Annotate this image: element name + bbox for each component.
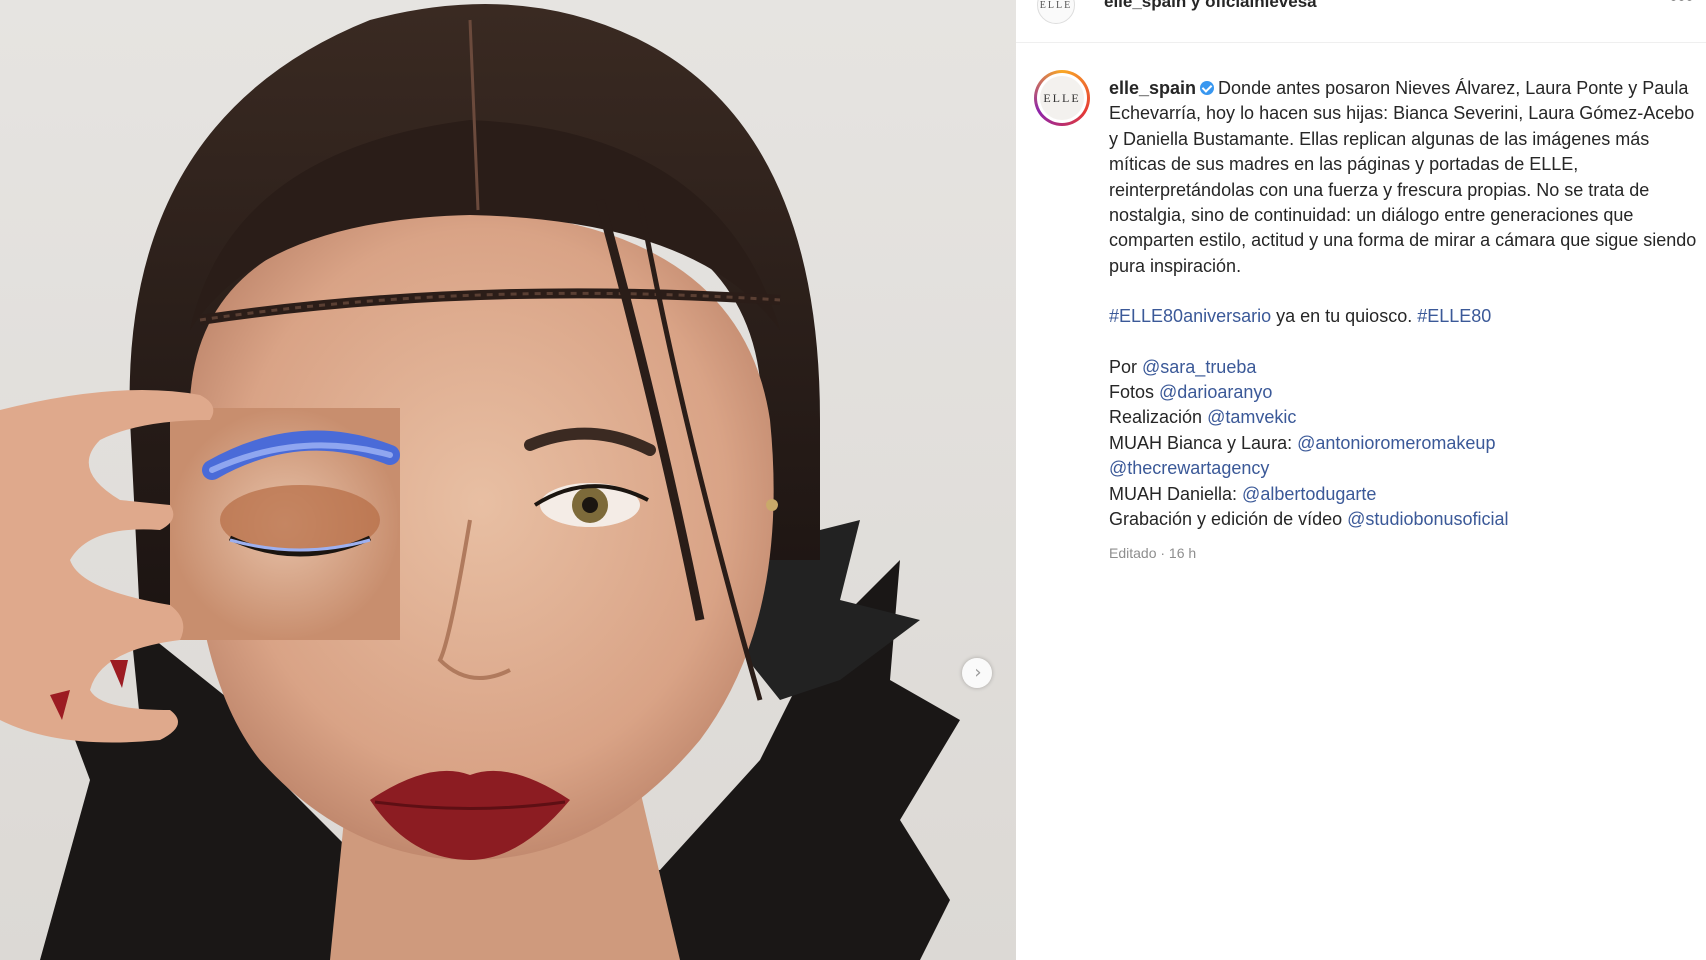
header-avatar[interactable]: ELLE <box>1037 0 1075 24</box>
caption-body: elle_spain Donde antes posaron Nieves Álv… <box>1109 76 1699 279</box>
post-header: ELLE elle_spain y oficialnievesa ••• <box>1016 0 1706 43</box>
credit-handle[interactable]: @tamvekic <box>1207 407 1296 427</box>
credit-handle[interactable]: @thecrewartagency <box>1109 458 1269 478</box>
caption-avatar[interactable]: ELLE <box>1034 70 1090 126</box>
post-header-title[interactable]: elle_spain y oficialnievesa <box>1104 0 1317 12</box>
hashtag-line: #ELLE80aniversario ya en tu quiosco. #EL… <box>1109 304 1699 329</box>
post-details-panel: ELLE elle_spain y oficialnievesa ••• ELL… <box>1016 0 1706 960</box>
credit-line: Fotos @darioaranyo <box>1109 380 1699 405</box>
credit-label: MUAH Bianca y Laura: <box>1109 432 1298 453</box>
elle-logo-avatar: ELLE <box>1040 76 1084 120</box>
post-photo[interactable]: › <box>0 0 1016 960</box>
credit-line: MUAH Daniella: @albertodugarte <box>1109 482 1699 507</box>
credit-handle[interactable]: @antonioromeromakeup <box>1297 433 1495 453</box>
credit-label: Realización <box>1109 407 1208 428</box>
avatar-ring-inner: ELLE <box>1037 73 1087 123</box>
credit-line: Grabación y edición de vídeo @studiobonu… <box>1109 507 1699 532</box>
post-caption: elle_spain Donde antes posaron Nieves Álv… <box>1109 76 1699 566</box>
credit-handle[interactable]: @darioaranyo <box>1159 382 1272 402</box>
credit-handle[interactable]: @studiobonusoficial <box>1347 509 1508 529</box>
chevron-right-icon: › <box>974 662 982 683</box>
portrait-image <box>0 4 960 960</box>
hashtag-elle80aniversario[interactable]: #ELLE80aniversario <box>1109 306 1271 326</box>
verified-badge-icon <box>1200 81 1215 95</box>
caption-username[interactable]: elle_spain <box>1109 78 1196 98</box>
credit-label: Fotos <box>1109 382 1160 403</box>
more-horizontal-icon[interactable]: ••• <box>1670 0 1694 11</box>
credit-line: MUAH Bianca y Laura: @antonioromeromakeu… <box>1109 431 1699 456</box>
hashtag-line-text: ya en tu quiosco. <box>1271 306 1418 327</box>
post-timestamp[interactable]: Editado · 16 h <box>1109 541 1699 566</box>
credit-handle[interactable]: @sara_trueba <box>1142 357 1256 377</box>
credit-line: @thecrewartagency <box>1109 456 1699 481</box>
credit-label: MUAH Daniella: <box>1109 483 1243 504</box>
hashtag-elle80[interactable]: #ELLE80 <box>1417 306 1491 326</box>
credit-label: Grabación y edición de vídeo <box>1109 509 1348 530</box>
caption-text: Donde antes posaron Nieves Álvarez, Laur… <box>1109 78 1697 276</box>
credit-handle[interactable]: @albertodugarte <box>1242 484 1376 504</box>
credit-line: Realización @tamvekic <box>1109 405 1699 430</box>
carousel-next-button[interactable]: › <box>962 658 992 688</box>
credit-label: Por <box>1109 356 1143 377</box>
elle-logo: ELLE <box>1039 0 1073 11</box>
credit-line: Por @sara_trueba <box>1109 355 1699 380</box>
